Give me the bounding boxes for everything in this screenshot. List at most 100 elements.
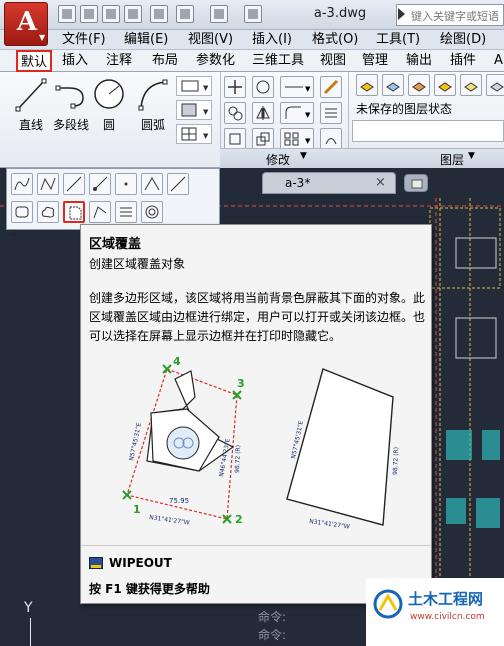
arc-icon [138,79,168,111]
line-icon [15,78,47,112]
left-dim-1: N57°45'31"E [128,422,143,461]
circle-icon [94,79,124,109]
layer-freeze-icon[interactable] [460,74,482,96]
hatch-tool-button[interactable]: ▼ [176,100,212,120]
menu-draw[interactable]: 绘图(D) [440,30,486,50]
layer-state-icon[interactable] [382,74,404,96]
tab-annotate[interactable]: 注释 [106,50,132,72]
polyline-icon [55,85,84,109]
watermark-url: www.civilcn.com [410,612,485,622]
print-icon[interactable] [150,5,168,23]
layer-state-label[interactable]: 未保存的图层状态 [356,100,452,117]
wipeout-icon[interactable] [63,201,85,223]
circle-tool-button[interactable]: 圆 [88,76,130,134]
rectangle-tool-button[interactable]: ▼ [176,76,212,96]
tooltip-subtitle: 创建区域覆盖对象 [89,257,186,271]
spline-cv-icon[interactable] [37,173,59,195]
trim-icon[interactable]: ▼ [280,76,314,98]
ribbon-tabs: 默认 插入 注释 布局 参数化 三维工具 视图 管理 输出 插件 A [0,50,504,72]
svg-text:▼: ▼ [203,132,209,140]
ray-icon[interactable] [89,173,111,195]
menu-edit[interactable]: 编辑(E) [124,30,168,50]
scale-icon[interactable] [252,128,274,150]
3d-polyline-icon[interactable] [89,201,111,223]
tab-manage[interactable]: 管理 [362,50,388,72]
menu-format[interactable]: 格式(O) [312,30,358,50]
divide-icon[interactable] [141,173,163,195]
layer-isolate-icon[interactable] [434,74,456,96]
tab-plugins[interactable]: 插件 [450,50,476,72]
region-icon[interactable] [11,201,33,223]
stretch-icon[interactable] [224,128,246,150]
menu-tools[interactable]: 工具(T) [376,30,420,50]
measure-icon[interactable] [167,173,189,195]
tab-insert[interactable]: 插入 [62,50,88,72]
erase-icon[interactable] [320,76,342,98]
menu-file[interactable]: 文件(F) [62,30,106,50]
table-tool-button[interactable]: ▼ [176,124,212,144]
right-dim-3: N31°41'27"W [309,518,350,531]
layer-off-icon[interactable] [408,74,430,96]
customize-toolbar-icon[interactable] [244,5,262,23]
menu-view[interactable]: 视图(V) [188,30,233,50]
tab-default[interactable]: 默认 [16,50,52,72]
new-tab-button[interactable] [404,174,428,192]
tooltip-command-name: WIPEOUT [109,556,172,570]
search-input[interactable]: 键入关键字或短语 [396,4,504,26]
open-file-icon[interactable] [80,5,98,23]
tab-a360[interactable]: A [494,50,503,72]
revision-cloud-icon[interactable] [37,201,59,223]
vertex-1-label: 1 [133,503,141,516]
menu-insert[interactable]: 插入(I) [252,30,292,50]
chevron-down-icon: ▼ [39,33,46,42]
layer-dropdown[interactable] [352,120,504,142]
rotate-icon[interactable] [252,76,274,98]
explode-icon[interactable] [320,102,342,124]
polyline-tool-button[interactable]: 多段线 [50,76,92,134]
vertex-2-label: 2 [235,513,243,526]
construction-line-icon[interactable] [63,173,85,195]
array-icon[interactable]: ▼ [280,128,314,150]
layer-lock-icon[interactable] [486,74,504,96]
new-file-icon[interactable] [58,5,76,23]
mirror-icon[interactable] [252,102,274,124]
multiple-points-icon[interactable] [115,173,137,195]
tab-layout[interactable]: 布局 [152,50,178,72]
panel-title-bar: 修改 ▼ 图层 ▼ [220,148,504,168]
redo-icon[interactable] [210,5,228,23]
vertex-3-label: 3 [237,377,245,390]
offset-icon[interactable] [320,128,342,150]
document-title: a-3.dwg [313,6,367,21]
panel-title-modify[interactable]: 修改 [266,151,290,168]
polyline-tool-label: 多段线 [52,118,89,132]
document-tab[interactable]: a-3* × [262,172,396,194]
tooltip-title: 区域覆盖 [89,237,142,252]
line-tool-button[interactable]: 直线 [10,76,52,134]
tab-output[interactable]: 输出 [406,50,432,72]
donut-icon[interactable] [141,201,163,223]
search-arrow-icon [398,8,405,20]
tab-view[interactable]: 视图 [320,50,346,72]
application-menu-button[interactable]: A ▼ [4,2,48,46]
watermark-title: 土木工程网 [408,590,484,608]
ucs-y-axis-label: Y [24,600,33,616]
tab-parametric[interactable]: 参数化 [196,50,235,72]
save-icon[interactable] [102,5,120,23]
helix-icon[interactable] [115,201,137,223]
layer-properties-icon[interactable] [356,74,378,96]
spline-fit-icon[interactable] [11,173,33,195]
chevron-down-icon[interactable]: ▼ [468,151,475,161]
move-icon[interactable] [224,76,246,98]
circle-tool-label: 圆 [102,118,115,132]
panel-title-layer[interactable]: 图层 [440,151,464,168]
chevron-down-icon[interactable]: ▼ [300,151,307,161]
tab-3d-tools[interactable]: 三维工具 [252,50,304,72]
arc-tool-button[interactable]: 圆弧 [132,76,174,134]
save-as-icon[interactable] [124,5,142,23]
undo-icon[interactable] [176,5,194,23]
draw-panel-flyout [6,168,220,230]
site-logo-icon [373,589,403,619]
fillet-icon[interactable]: ▼ [280,102,314,124]
copy-icon[interactable] [224,102,246,124]
close-tab-icon[interactable]: × [375,175,386,190]
